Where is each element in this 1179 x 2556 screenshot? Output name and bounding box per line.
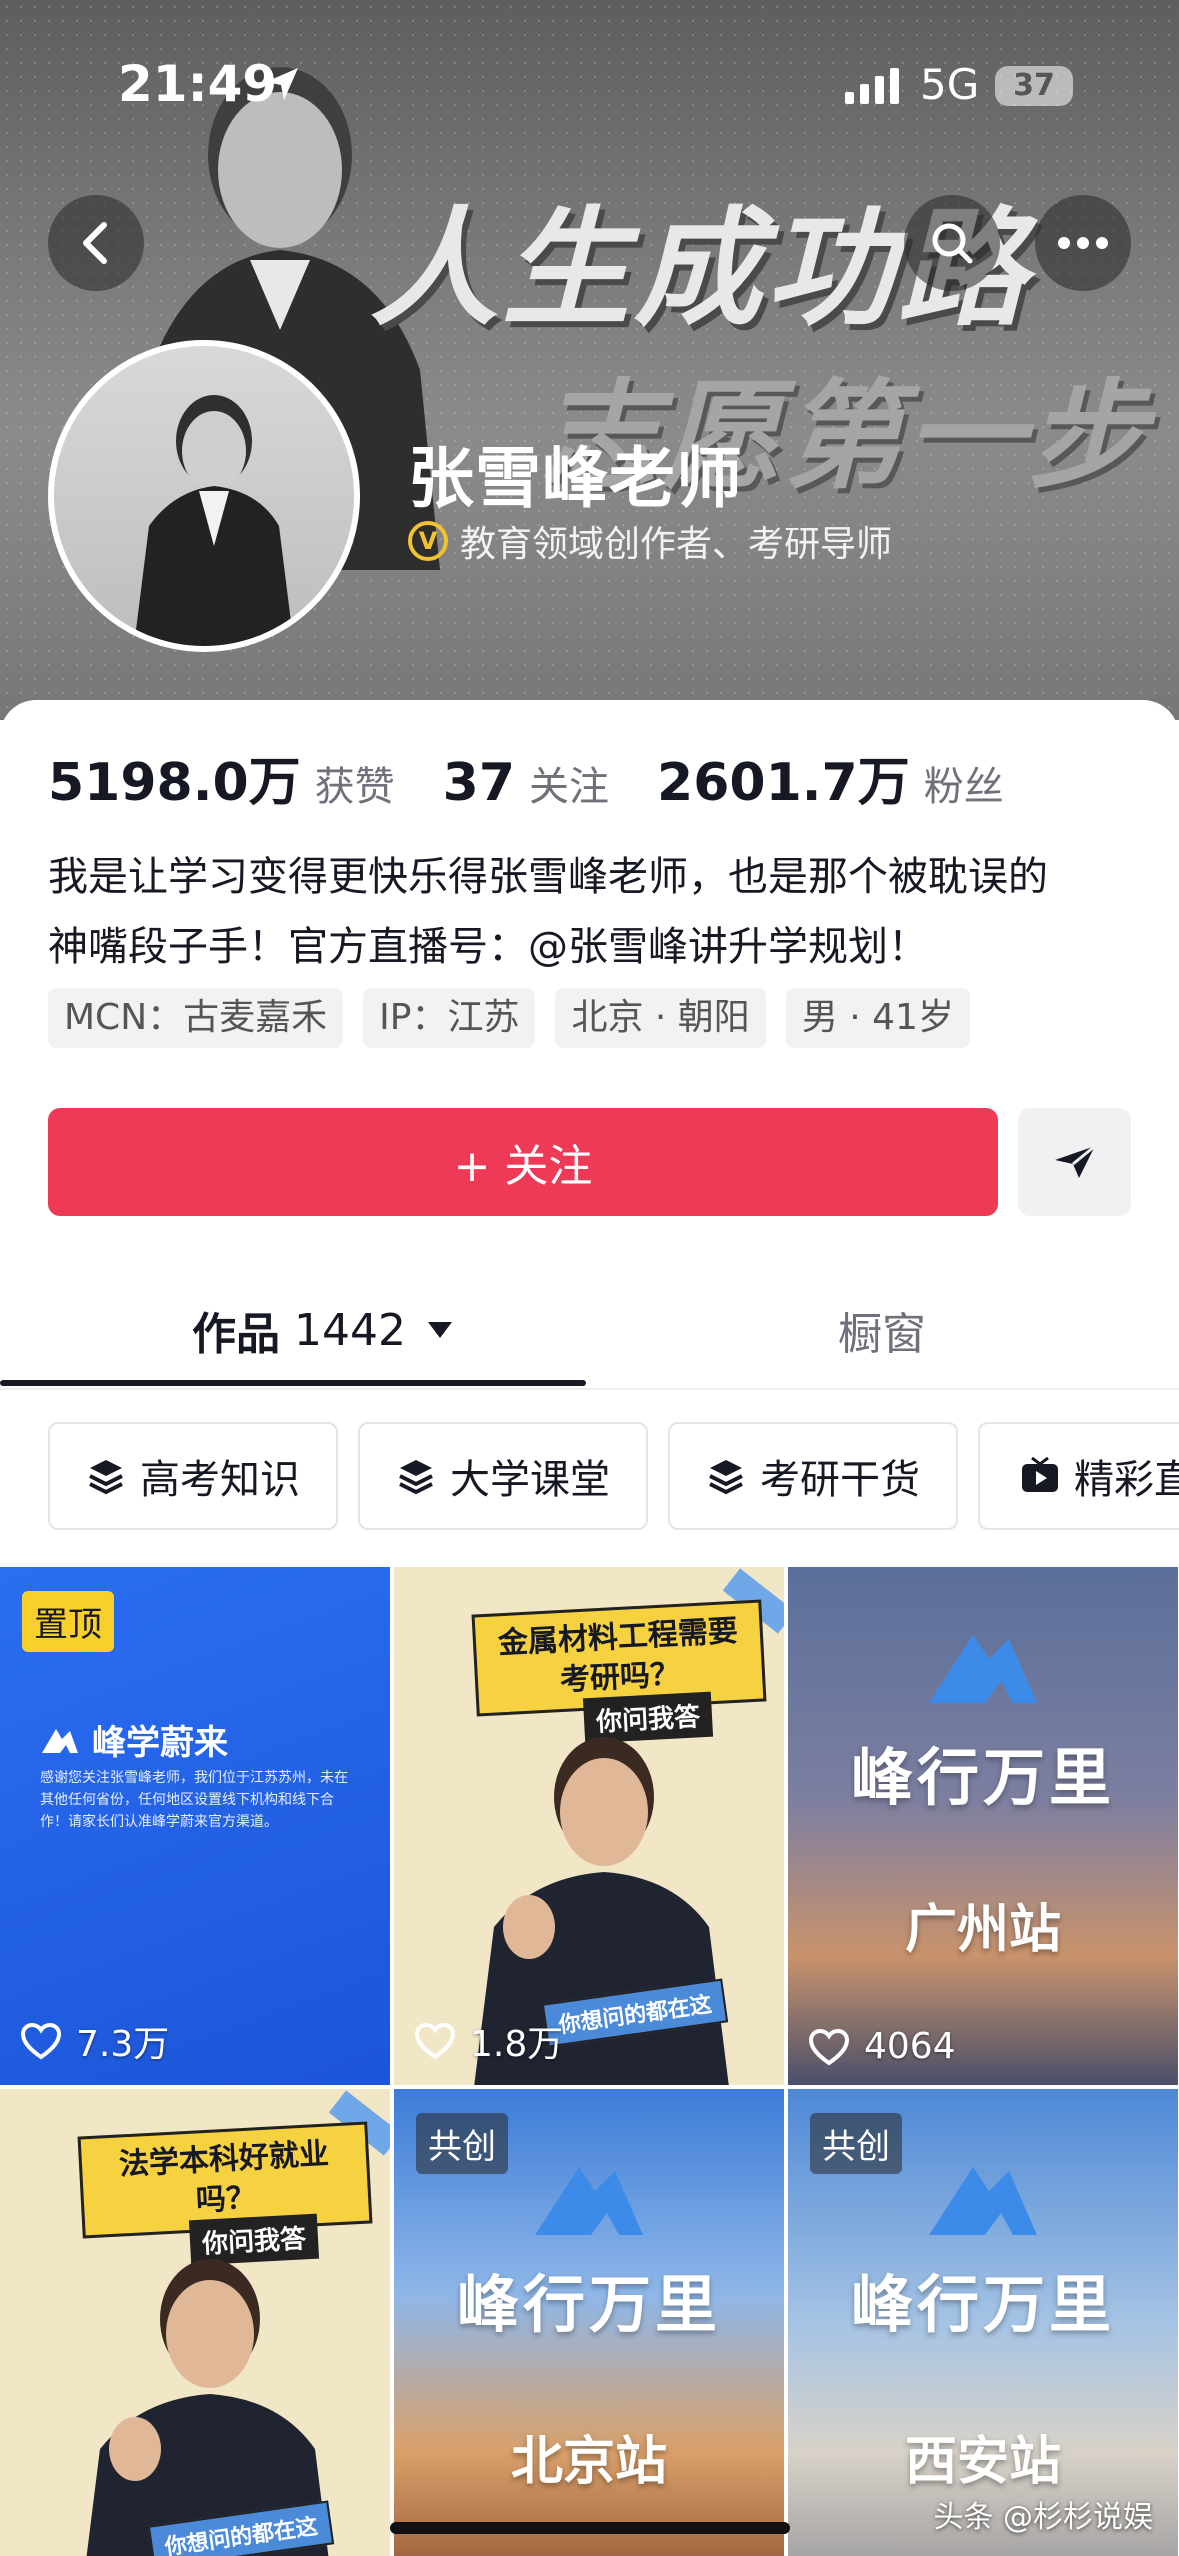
- tab-shop[interactable]: 橱窗: [838, 1270, 926, 1390]
- tab-works-count: 1442: [294, 1304, 406, 1356]
- video-tile[interactable]: 置顶 峰学蔚来 感谢您关注张雪峰老师，我们位于江苏苏州，未在其他任何省份，任何地…: [0, 1567, 390, 2085]
- video-title: 峰行万里: [850, 2268, 1115, 2341]
- collection-label: 大学课堂: [450, 1457, 610, 1503]
- likes-count: 1.8万: [470, 2024, 564, 2065]
- video-title: 峰行万里: [456, 2268, 721, 2341]
- profile-bio: 我是让学习变得更快乐得张雪峰老师，也是那个被耽误的 神嘴段子手！官方直播号：@张…: [48, 842, 1138, 982]
- video-likes: 4064: [808, 2026, 956, 2067]
- profile-tabs: 作品 1442 橱窗: [0, 1270, 1179, 1390]
- verification-row: V 教育领域创作者、考研导师: [408, 515, 892, 567]
- heart-icon: [20, 2022, 62, 2060]
- send-icon: [1054, 1144, 1096, 1178]
- profile-screen: 人生成功路 志愿第一步 21:49 5G 37 张雪峰老师 V 教育领域创作者、…: [0, 0, 1179, 2556]
- home-indicator[interactable]: [390, 2522, 790, 2534]
- brand-logo-icon: [929, 2167, 1037, 2235]
- co-create-badge: 共创: [416, 2113, 508, 2174]
- follow-button[interactable]: + 关注: [48, 1108, 998, 1216]
- co-create-badge: 共创: [810, 2113, 902, 2174]
- heart-icon: [414, 2022, 456, 2060]
- battery-indicator: 37: [995, 66, 1073, 106]
- brand-name: 峰学蔚来: [92, 1723, 228, 1763]
- brand-logo-icon: [42, 1728, 78, 1753]
- network-type: 5G: [920, 60, 980, 109]
- collection-label: 考研干货: [760, 1457, 920, 1503]
- status-time: 21:49: [118, 55, 278, 113]
- dropdown-triangle-icon: [427, 1322, 452, 1338]
- bio-line-2[interactable]: 神嘴段子手！官方直播号：@张雪峰讲升学规划！: [48, 912, 1138, 982]
- active-tab-indicator: [0, 1380, 586, 1386]
- brand-logo-icon: [535, 2167, 643, 2235]
- profile-stats: 5198.0万 获赞 37 关注 2601.7万 粉丝: [48, 740, 1052, 815]
- tag-location: 北京 · 朝阳: [555, 988, 766, 1048]
- verification-text: 教育领域创作者、考研导师: [460, 524, 893, 565]
- collection-chip[interactable]: 考研干货: [668, 1422, 958, 1530]
- layers-icon: [399, 1460, 433, 1495]
- layers-icon: [89, 1460, 123, 1495]
- followers-label[interactable]: 粉丝: [924, 754, 1004, 812]
- more-dots-icon: [1058, 237, 1108, 249]
- video-city: 北京站: [510, 2432, 667, 2492]
- layers-icon: [709, 1460, 743, 1495]
- video-city: 广州站: [904, 1900, 1061, 1960]
- search-button[interactable]: [904, 195, 1000, 291]
- likes-count: 7.3万: [76, 2024, 170, 2065]
- pinned-badge: 置顶: [22, 1591, 114, 1652]
- location-arrow-icon: [266, 68, 298, 100]
- video-tile[interactable]: 峰行万里 广州站 4064: [788, 1567, 1178, 2085]
- video-likes: 7.3万: [20, 2015, 169, 2067]
- collection-chip[interactable]: 高考知识: [48, 1422, 338, 1530]
- tab-works-label: 作品: [192, 1309, 280, 1360]
- likes-count: 4064: [864, 2026, 956, 2067]
- avatar[interactable]: [48, 340, 360, 652]
- following-count[interactable]: 37: [443, 753, 515, 813]
- more-button[interactable]: [1035, 195, 1131, 291]
- likes-label: 获赞: [314, 764, 395, 810]
- chevron-left-icon: [83, 222, 107, 264]
- collection-label: 高考知识: [140, 1457, 300, 1503]
- tag-mcn[interactable]: MCN：古麦嘉禾: [48, 988, 344, 1048]
- collection-chip[interactable]: 大学课堂: [358, 1422, 648, 1530]
- live-replay-icon: [1022, 1456, 1058, 1492]
- followers-count[interactable]: 2601.7万: [657, 740, 910, 815]
- signal-icon: [845, 68, 899, 104]
- following-label[interactable]: 关注: [529, 754, 609, 812]
- profile-name: 张雪峰老师: [408, 440, 743, 517]
- heart-icon: [808, 2028, 850, 2065]
- verified-badge-icon: V: [408, 521, 448, 561]
- bio-line-1: 我是让学习变得更快乐得张雪峰老师，也是那个被耽误的: [48, 854, 1048, 900]
- brand-logo-icon: [929, 1635, 1037, 1703]
- collection-label: 精彩直: [1074, 1457, 1179, 1503]
- share-button[interactable]: [1018, 1108, 1131, 1216]
- video-tile[interactable]: 共创 峰行万里 北京站: [394, 2089, 784, 2556]
- status-bar: 21:49 5G 37: [0, 0, 1179, 150]
- collection-chips: 高考知识 大学课堂 考研干货 精彩直: [48, 1422, 1179, 1530]
- video-brand: 峰学蔚来: [40, 1715, 228, 1764]
- profile-tags: MCN：古麦嘉禾 IP：江苏 北京 · 朝阳 男 · 41岁: [48, 988, 970, 1048]
- avatar-portrait: [134, 395, 294, 646]
- back-button[interactable]: [48, 195, 144, 291]
- tab-works[interactable]: 作品 1442: [192, 1270, 454, 1390]
- video-title: 峰行万里: [850, 1741, 1115, 1814]
- video-city: 西安站: [904, 2432, 1061, 2492]
- likes-count: 5198.0万: [48, 753, 301, 813]
- search-icon: [932, 223, 973, 264]
- source-watermark: 头条 @杉杉说娱: [933, 2500, 1153, 2535]
- video-note: 感谢您关注张雪峰老师，我们位于江苏苏州，未在其他任何省份，任何地区设置线下机构和…: [40, 1770, 348, 1830]
- video-tile[interactable]: 金属材料工程需要考研吗？ 你问我答 你想问的都在这 1.8万: [394, 1567, 784, 2085]
- video-tile[interactable]: 共创 峰行万里 西安站: [788, 2089, 1178, 2556]
- collection-chip[interactable]: 精彩直: [978, 1422, 1179, 1530]
- tag-ip: IP：江苏: [363, 988, 536, 1048]
- video-grid: 置顶 峰学蔚来 感谢您关注张雪峰老师，我们位于江苏苏州，未在其他任何省份，任何地…: [0, 1567, 1179, 2556]
- video-likes: 1.8万: [414, 2015, 563, 2067]
- tag-gender-age: 男 · 41岁: [785, 988, 970, 1048]
- video-tile[interactable]: 法学本科好就业吗？ 你问我答 你想问的都在这: [0, 2089, 390, 2556]
